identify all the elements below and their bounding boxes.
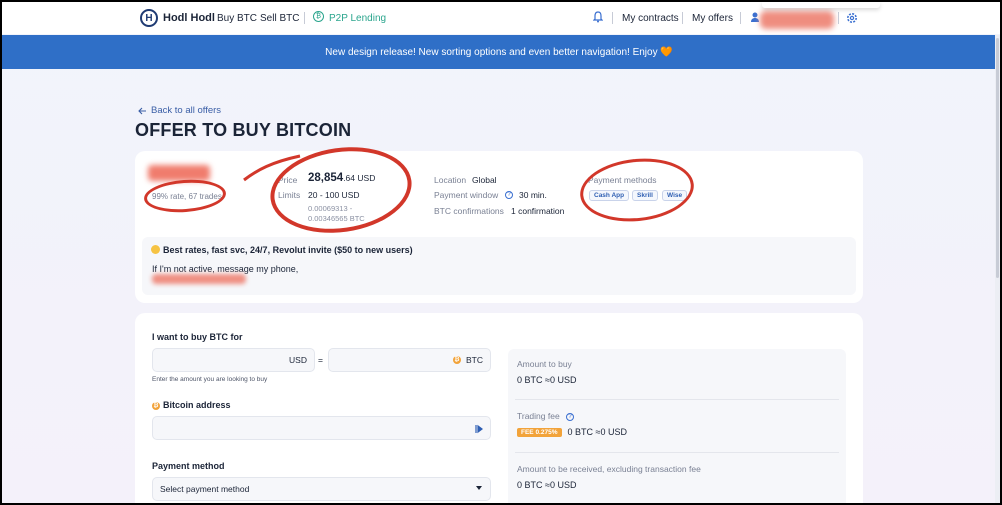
amount-to-buy-label: Amount to buy <box>517 359 572 369</box>
user-icon[interactable] <box>750 11 760 23</box>
bitcoin-address-label: ₿ Bitcoin address <box>152 400 231 410</box>
btc-currency-label: BTC <box>466 355 483 365</box>
payment-method-placeholder: Select payment method <box>160 484 250 494</box>
payment-window-label: Payment window <box>434 190 499 200</box>
buy-amount-label: I want to buy BTC for <box>152 332 243 342</box>
arrow-left-icon <box>138 107 146 114</box>
amount-received-value: 0 BTC ≈0 USD <box>517 480 577 490</box>
p2p-lending-icon: ₿ <box>313 11 324 22</box>
announcement-banner: New design release! New sorting options … <box>2 35 996 69</box>
page-title: OFFER TO BUY BITCOIN <box>135 120 352 140</box>
summary-divider <box>515 452 839 453</box>
info-icon[interactable]: ? <box>505 189 513 199</box>
info-icon-glyph: ? <box>505 190 513 199</box>
terms-title-text: Best rates, fast svc, 24/7, Revolut invi… <box>163 245 413 255</box>
usd-currency-label: USD <box>289 355 307 365</box>
top-navbar: H Hodl Hodl Buy BTC Sell BTC ₿ P2P Lendi… <box>2 2 1000 34</box>
btc-amount-input[interactable]: ₿ BTC <box>328 348 491 372</box>
seller-name-redacted[interactable] <box>148 165 210 181</box>
paste-icon[interactable] <box>475 424 483 434</box>
browser-viewport: H Hodl Hodl Buy BTC Sell BTC ₿ P2P Lendi… <box>2 2 1000 503</box>
amount-hint: Enter the amount you are looking to buy <box>152 376 268 383</box>
trading-fee-label-text: Trading fee <box>517 411 560 421</box>
info-icon[interactable]: ? <box>566 412 575 421</box>
nav-p2p-lending[interactable]: P2P Lending <box>329 13 386 24</box>
nav-my-offers[interactable]: My offers <box>692 13 733 24</box>
username-redacted[interactable] <box>760 11 834 29</box>
brand-name[interactable]: Hodl Hodl <box>163 12 215 24</box>
summary-divider <box>515 399 839 400</box>
amount-received-label: Amount to be received, excluding transac… <box>517 464 701 474</box>
nav-my-contracts[interactable]: My contracts <box>622 13 679 24</box>
payment-method-label: Payment method <box>152 461 225 471</box>
location-value: Global <box>472 175 497 185</box>
usd-amount-input[interactable]: USD <box>152 348 315 372</box>
trading-fee-amount: 0 BTC ≈0 USD <box>567 427 627 437</box>
location-label: Location <box>434 175 467 185</box>
back-to-offers-link[interactable]: Back to all offers <box>138 105 221 116</box>
chevron-down-icon <box>476 486 482 490</box>
trading-fee-value: FEE 0.275% 0 BTC ≈0 USD <box>517 427 627 437</box>
terms-body: If I'm not active, message my phone, <box>152 264 299 274</box>
terms-title: Best rates, fast svc, 24/7, Revolut invi… <box>151 245 413 255</box>
banner-text: New design release! New sorting options … <box>325 46 673 58</box>
amount-to-buy-value: 0 BTC ≈0 USD <box>517 375 577 385</box>
emoji-icon <box>151 245 160 254</box>
bitcoin-address-label-text: Bitcoin address <box>163 400 231 410</box>
bitcoin-icon: ₿ <box>453 356 461 364</box>
nav-buy-btc[interactable]: Buy BTC <box>217 13 257 24</box>
nav-divider <box>838 12 839 24</box>
hodlhodl-logo-icon[interactable]: H <box>140 9 158 27</box>
scrollbar-thumb[interactable] <box>996 38 999 278</box>
nav-divider <box>304 12 305 24</box>
payment-window-value: 30 min. <box>519 190 547 200</box>
nav-divider <box>740 12 741 24</box>
payment-method-select[interactable]: Select payment method <box>152 477 491 501</box>
back-link-label: Back to all offers <box>151 105 222 116</box>
bitcoin-address-input[interactable] <box>152 416 491 440</box>
trading-fee-label: Trading fee ? <box>517 411 575 421</box>
dropdown-menu-edge <box>762 2 880 8</box>
bitcoin-icon: ₿ <box>152 401 160 410</box>
fee-badge: FEE 0.275% <box>517 428 562 437</box>
btc-confirmations-label: BTC confirmations <box>434 206 504 216</box>
annotation-stroke <box>243 154 301 182</box>
equals-sign: = <box>318 355 323 365</box>
phone-number-redacted <box>152 274 246 284</box>
gear-icon[interactable] <box>846 12 858 24</box>
btc-confirmations-value: 1 confirmation <box>511 206 565 216</box>
nav-sell-btc[interactable]: Sell BTC <box>260 13 299 24</box>
bell-icon[interactable] <box>593 11 603 23</box>
nav-divider <box>612 12 613 24</box>
nav-divider <box>682 12 683 24</box>
